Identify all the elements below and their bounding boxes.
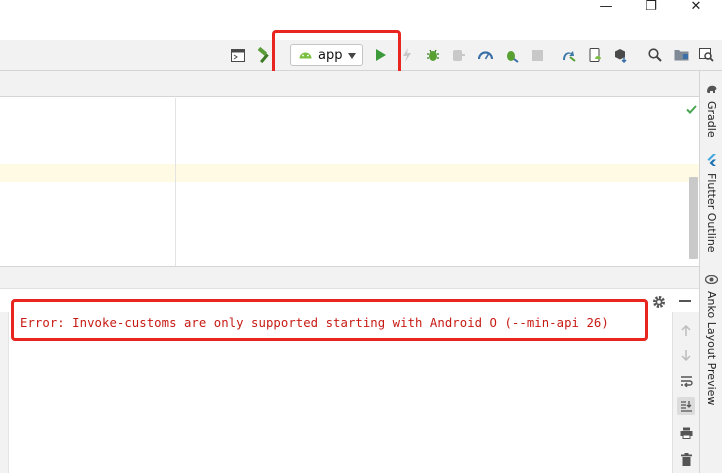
minimize-icon: —	[599, 0, 613, 14]
layout-inspector-icon[interactable]	[697, 46, 715, 64]
minimize-button[interactable]: —	[584, 0, 628, 18]
console-gutter	[0, 312, 9, 473]
minimize-panel-icon[interactable]	[679, 300, 691, 302]
no-problems-check-icon	[686, 99, 697, 118]
close-button[interactable]: ✕	[674, 0, 718, 18]
flutter-outline-tool-tab[interactable]: Flutter Outline	[700, 151, 722, 253]
print-icon[interactable]	[677, 424, 695, 442]
maximize-icon: ❐	[645, 0, 657, 14]
editor-tab-strip	[0, 71, 699, 97]
editor-pane-divider[interactable]	[175, 98, 176, 266]
flutter-icon	[707, 151, 717, 170]
search-icon[interactable]	[646, 46, 664, 64]
soft-wrap-icon[interactable]	[677, 372, 695, 390]
error-highlight-box	[11, 299, 648, 341]
build-hammer-icon[interactable]	[255, 46, 273, 64]
gradle-tab-label: Gradle	[705, 101, 718, 138]
eye-icon	[704, 269, 719, 288]
project-structure-icon[interactable]	[229, 46, 247, 64]
console-side-actions	[672, 312, 699, 473]
editor-scrollbar-thumb[interactable]	[689, 177, 698, 259]
stop-icon[interactable]	[528, 46, 546, 64]
anko-preview-tab-label: Anko Layout Preview	[705, 291, 718, 406]
flutter-outline-tab-label: Flutter Outline	[705, 173, 718, 253]
profile-icon[interactable]	[476, 46, 494, 64]
bottom-panel-header	[0, 266, 699, 308]
gradle-elephant-icon	[706, 79, 718, 98]
editor-area	[0, 71, 699, 266]
gear-icon[interactable]	[652, 294, 666, 313]
debug-icon[interactable]	[424, 46, 442, 64]
project-folder-icon[interactable]	[672, 46, 690, 64]
maximize-button[interactable]: ❐	[629, 0, 673, 18]
attach-debugger-icon[interactable]	[450, 46, 468, 64]
sdk-manager-icon[interactable]	[612, 46, 630, 64]
scroll-to-end-icon[interactable]	[677, 397, 695, 415]
current-line-highlight	[0, 164, 699, 182]
ide-window: — ❐ ✕ app Gradle Flutter Outline Anko La…	[0, 0, 722, 473]
avd-manager-icon[interactable]	[586, 46, 604, 64]
arrow-down-icon[interactable]	[677, 346, 695, 364]
close-icon: ✕	[690, 0, 702, 14]
arrow-up-icon[interactable]	[677, 322, 695, 340]
gradle-tool-tab[interactable]: Gradle	[700, 79, 722, 138]
right-tool-strip: Gradle Flutter Outline Anko Layout Previ…	[699, 71, 722, 473]
anko-preview-tool-tab[interactable]: Anko Layout Preview	[700, 269, 722, 405]
sync-gradle-icon[interactable]	[560, 46, 578, 64]
trash-icon[interactable]	[677, 450, 695, 468]
debug-bug-icon[interactable]	[502, 46, 520, 64]
